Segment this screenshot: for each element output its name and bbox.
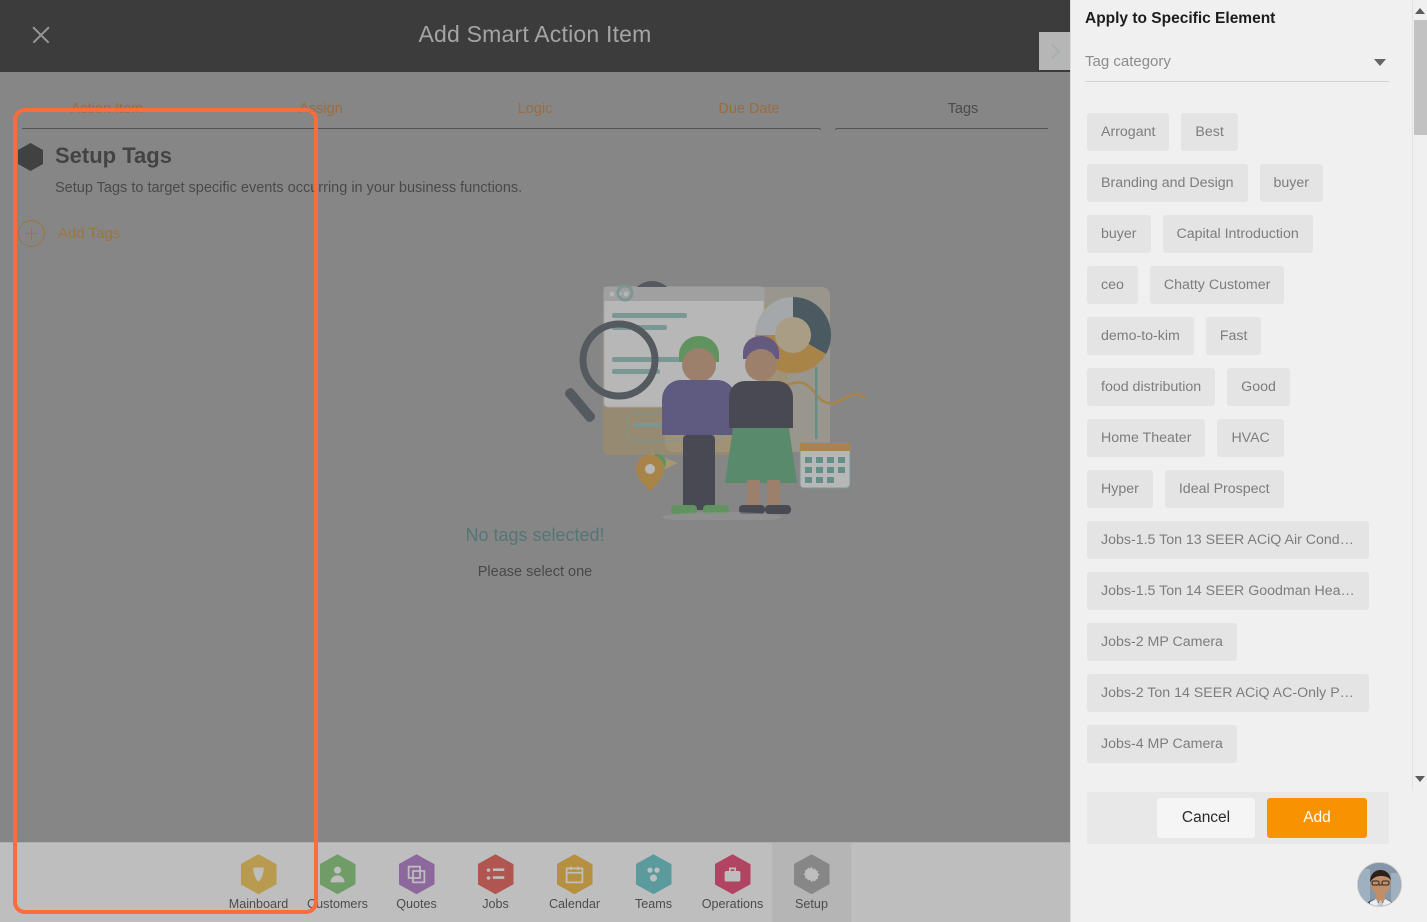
add-tags-button[interactable]: Add Tags [18,220,120,247]
tabs-divider [22,128,1048,129]
page-subtitle: Setup Tags to target specific events occ… [55,180,523,196]
tag-category-placeholder: Tag category [1085,53,1171,70]
tag-row: Jobs-2 MP Camera [1087,623,1387,674]
tag-row: demo-to-kim Fast [1087,317,1387,368]
nav-item-quotes[interactable]: Quotes [377,843,456,922]
scrollbar-thumb[interactable] [1414,20,1427,135]
tag-row: Home Theater HVAC [1087,419,1387,470]
toolbox-icon [714,854,751,895]
documents-icon [398,854,435,895]
nav-item-customers[interactable]: Customers [298,843,377,922]
panel-footer: Cancel Add [1087,792,1389,844]
calendar-icon [556,854,593,895]
tab-logic[interactable]: Logic [428,85,642,117]
screen-root: Add Smart Action Item Action Item Assign… [0,0,1427,922]
nav-label: Quotes [396,897,437,912]
tag-chip[interactable]: Best [1181,113,1238,151]
nav-label: Teams [634,897,673,912]
tag-category-select[interactable]: Tag category [1085,48,1389,82]
user-avatar[interactable] [1357,862,1402,907]
tag-chip[interactable]: Good [1227,368,1290,406]
empty-state-subtitle: Please select one [477,564,593,580]
tag-chip[interactable]: Jobs-1.5 Ton 14 SEER Goodman Heat Pu… [1087,572,1369,610]
tag-row: Jobs-1.5 Ton 14 SEER Goodman Heat Pu… [1087,572,1387,623]
tag-chip[interactable]: Fast [1205,317,1262,355]
people-analytics-illustration [557,265,872,522]
tab-due-date[interactable]: Due Date [642,85,856,117]
tag-options-list[interactable]: Arrogant Best Branding and Design buyer … [1087,113,1387,789]
nav-label: Mainboard [228,897,289,912]
modal-title: Add Smart Action Item [418,21,652,47]
tag-chip[interactable]: demo-to-kim [1087,317,1194,355]
nav-label: Customers [307,897,368,912]
bottom-navigation: Mainboard Customers Quotes Jobs Calendar… [0,842,1070,922]
tag-chip[interactable]: Arrogant [1087,113,1170,151]
tab-action-item[interactable]: Action Item [0,85,214,117]
hexagon-icon [18,143,43,171]
tag-chip[interactable]: HVAC [1217,419,1284,457]
person-icon [319,854,356,895]
tag-row: Arrogant Best [1087,113,1387,164]
tag-chip[interactable]: ceo [1087,266,1138,304]
scroll-up-arrow-icon[interactable] [1415,8,1425,14]
panel-scrollbar[interactable] [1412,0,1427,790]
tag-chip[interactable]: buyer [1087,215,1151,253]
apply-to-specific-element-panel: Apply to Specific Element Tag category A… [1070,0,1427,922]
main-modal-area: Add Smart Action Item Action Item Assign… [0,0,1079,922]
nav-item-teams[interactable]: Teams [614,843,693,922]
modal-header: Add Smart Action Item [0,0,1070,72]
tag-row: ceo Chatty Customer [1087,266,1387,317]
tag-chip[interactable]: Capital Introduction [1162,215,1313,253]
tag-chip[interactable]: Hyper [1087,470,1153,508]
tag-chip[interactable]: food distribution [1087,368,1216,406]
tag-chip[interactable]: Jobs-1.5 Ton 13 SEER ACiQ Air Condition… [1087,521,1369,559]
nav-item-mainboard[interactable]: Mainboard [219,843,298,922]
tag-chip[interactable]: Jobs-4 MP Camera [1087,725,1237,763]
tag-chip[interactable]: Branding and Design [1087,164,1248,202]
add-button[interactable]: Add [1267,798,1367,838]
plus-circle-icon [18,220,45,247]
tag-chip[interactable]: Chatty Customer [1149,266,1285,304]
scroll-down-arrow-icon[interactable] [1415,776,1425,782]
nav-item-setup[interactable]: Setup [772,843,851,922]
tag-chip[interactable]: Jobs-2 MP Camera [1087,623,1237,661]
tag-chip[interactable]: Home Theater [1087,419,1206,457]
add-tags-label: Add Tags [58,225,121,242]
nav-label: Jobs [482,897,509,912]
nav-label: Operations [701,897,764,912]
nav-label: Setup [795,897,828,912]
tag-row: Jobs-2 Ton 14 SEER ACiQ AC-Only Packa… [1087,674,1387,725]
tag-chip[interactable]: Ideal Prospect [1164,470,1284,508]
cancel-button[interactable]: Cancel [1157,798,1255,838]
tag-chip[interactable]: Jobs-2 Ton 14 SEER ACiQ AC-Only Packa… [1087,674,1369,712]
chevron-down-icon [1374,59,1386,66]
feather-icon [240,854,277,895]
tag-row: buyer Capital Introduction [1087,215,1387,266]
nav-label: Calendar [548,897,601,912]
list-icon [477,854,514,895]
tag-row: Hyper Ideal Prospect [1087,470,1387,521]
nav-item-calendar[interactable]: Calendar [535,843,614,922]
tag-row: Jobs-4 MP Camera [1087,725,1387,776]
nav-item-operations[interactable]: Operations [693,843,772,922]
tag-row: food distribution Good [1087,368,1387,419]
empty-state-title: No tags selected! [465,525,605,545]
wizard-tabs-bar: Action Item Assign Logic Due Date Tags [0,72,1070,130]
tab-assign[interactable]: Assign [214,85,428,117]
gear-icon [793,854,830,895]
page-title: Setup Tags [55,143,172,168]
tag-row: Branding and Design buyer [1087,164,1387,215]
panel-title: Apply to Specific Element [1085,10,1276,27]
tags-content-pane: Setup Tags Setup Tags to target specific… [0,130,1070,842]
nav-item-jobs[interactable]: Jobs [456,843,535,922]
tag-row: Jobs-1.5 Ton 13 SEER ACiQ Air Condition… [1087,521,1387,572]
teams-icon [635,854,672,895]
chevron-right-icon [1044,43,1061,59]
tag-chip[interactable]: buyer [1259,164,1324,202]
tab-tags[interactable]: Tags [856,85,1070,117]
wizard-tabs: Action Item Assign Logic Due Date Tags [0,72,1070,129]
